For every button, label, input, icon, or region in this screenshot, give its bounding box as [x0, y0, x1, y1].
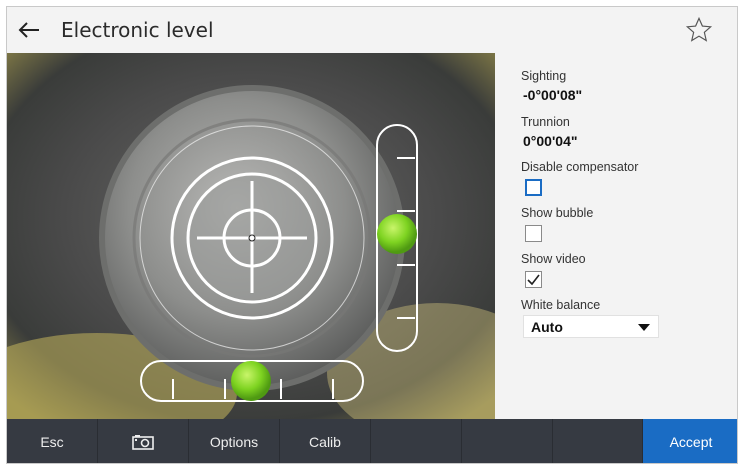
esc-button-label: Esc	[40, 434, 64, 450]
vertical-bubble	[377, 214, 417, 254]
disable-compensator-label: Disable compensator	[521, 160, 639, 174]
show-video-label: Show video	[521, 252, 586, 266]
bottom-toolbar: Esc Options Calib Accept	[7, 419, 737, 463]
options-button[interactable]: Options	[189, 419, 280, 463]
show-video-checkbox[interactable]	[525, 271, 542, 288]
sighting-value: -0°00'08"	[523, 87, 583, 103]
checkmark-icon	[527, 274, 540, 285]
horizontal-bubble	[231, 361, 271, 401]
chevron-down-icon	[638, 324, 650, 331]
arrow-left-icon	[18, 22, 39, 38]
settings-panel: Sighting -0°00'08" Trunnion 0°00'04" Dis…	[495, 53, 737, 419]
video-overlay	[7, 53, 495, 419]
white-balance-label: White balance	[521, 298, 601, 312]
star-outline-icon	[685, 16, 713, 42]
camera-button[interactable]	[98, 419, 189, 463]
calib-button[interactable]: Calib	[280, 419, 371, 463]
trunnion-label: Trunnion	[521, 115, 570, 129]
empty-toolbar-slot-2	[462, 419, 553, 463]
options-button-label: Options	[209, 434, 259, 450]
calib-button-label: Calib	[309, 434, 341, 450]
accept-button-label: Accept	[669, 434, 713, 450]
disable-compensator-checkbox[interactable]	[525, 179, 542, 196]
show-bubble-label: Show bubble	[521, 206, 594, 220]
white-balance-value: Auto	[531, 318, 563, 335]
accept-button[interactable]: Accept	[643, 419, 737, 463]
app-window: Electronic level Sighting -0°00'08" Trun…	[6, 6, 738, 464]
empty-toolbar-slot-1	[371, 419, 462, 463]
page-title: Electronic level	[61, 18, 214, 42]
empty-toolbar-slot-3	[553, 419, 643, 463]
header: Electronic level	[7, 7, 737, 53]
show-bubble-checkbox[interactable]	[525, 225, 542, 242]
back-button[interactable]	[7, 7, 51, 53]
sighting-label: Sighting	[521, 69, 567, 83]
camera-icon	[132, 435, 154, 450]
esc-button[interactable]: Esc	[7, 419, 98, 463]
white-balance-select[interactable]: Auto	[523, 315, 659, 338]
camera-video-feed	[7, 53, 495, 419]
favorite-button[interactable]	[685, 16, 713, 44]
trunnion-value: 0°00'04"	[523, 133, 578, 149]
